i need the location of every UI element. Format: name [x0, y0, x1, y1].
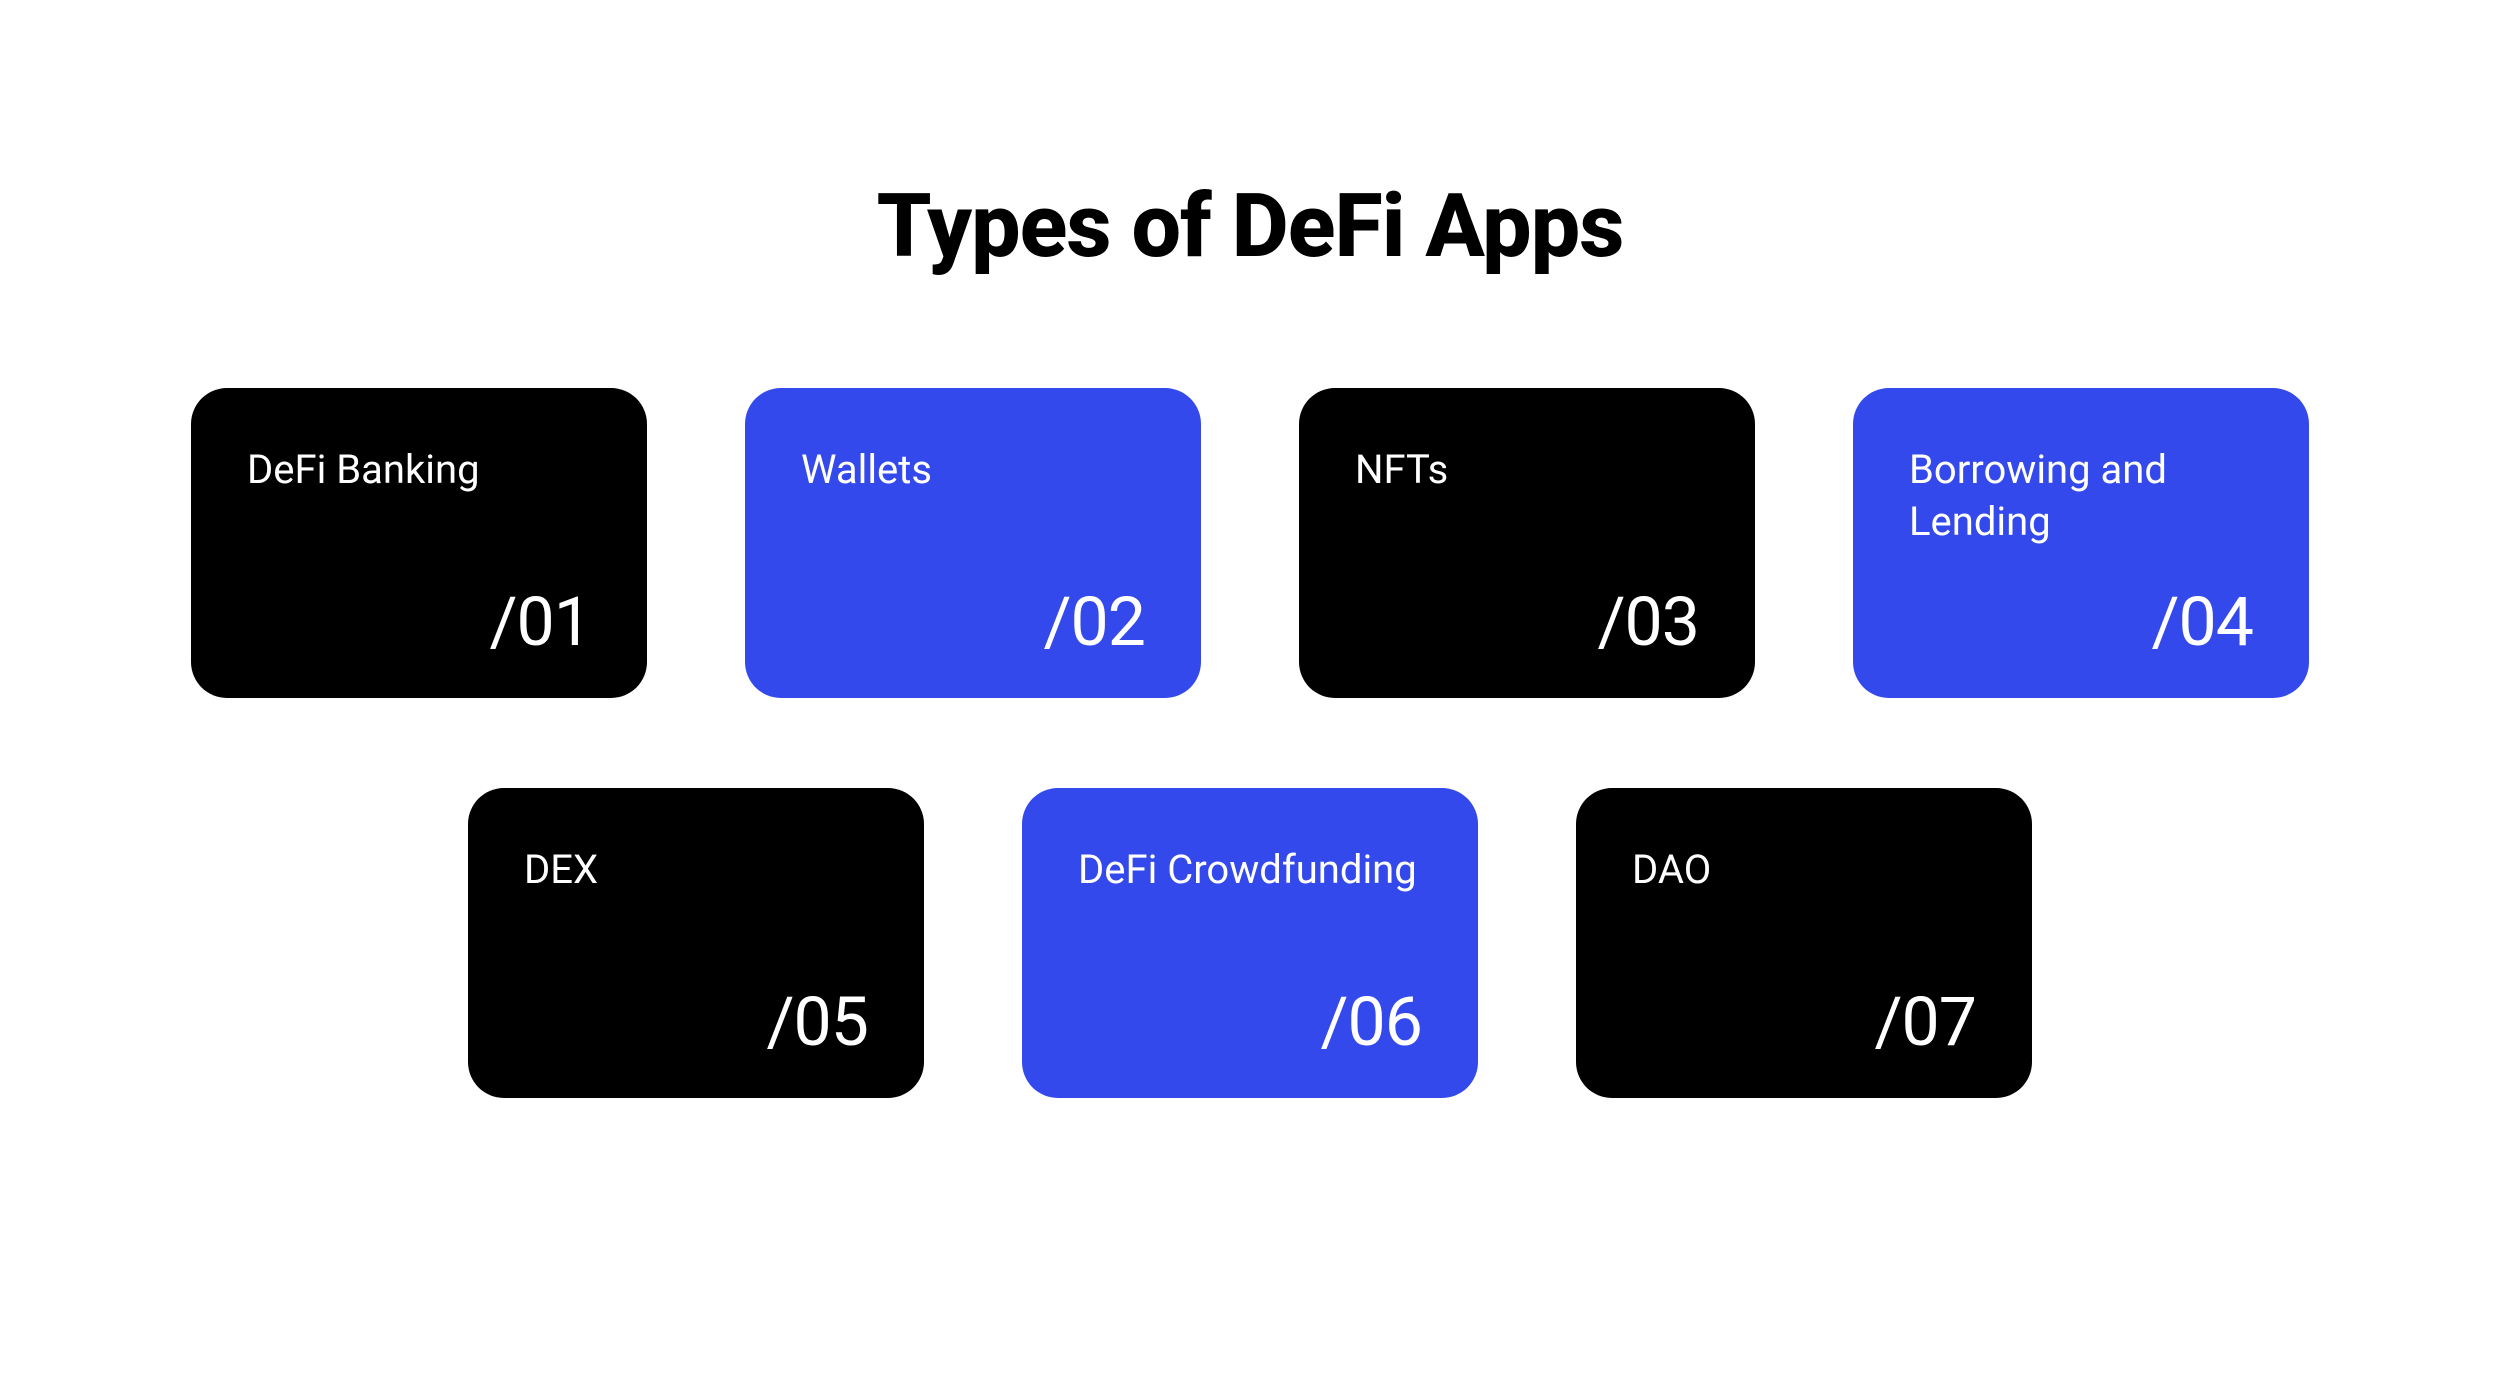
- card-wallets: Wallets /02: [745, 388, 1201, 698]
- card-number: /04: [2152, 582, 2254, 662]
- card-number: /01: [490, 582, 592, 662]
- card-label: Borrowing and Lending: [1909, 444, 2253, 548]
- card-label: Wallets: [801, 444, 1145, 496]
- card-row-1: DeFi Banking /01 Wallets /02 NFTs /03 Bo…: [0, 388, 2500, 698]
- card-borrowing-lending: Borrowing and Lending /04: [1853, 388, 2309, 698]
- card-dex: DEX /05: [468, 788, 924, 1098]
- card-number: /02: [1044, 582, 1146, 662]
- card-row-2: DEX /05 DeFi Crowdfunding /06 DAO /07: [0, 788, 2500, 1098]
- card-label: DeFi Banking: [247, 444, 591, 496]
- card-dao: DAO /07: [1576, 788, 2032, 1098]
- card-label: DeFi Crowdfunding: [1078, 844, 1422, 896]
- card-nfts: NFTs /03: [1299, 388, 1755, 698]
- card-number: /03: [1598, 582, 1700, 662]
- card-number: /07: [1875, 982, 1977, 1062]
- card-label: DEX: [524, 844, 868, 896]
- card-label: DAO: [1632, 844, 1976, 896]
- card-number: /05: [767, 982, 869, 1062]
- card-number: /06: [1321, 982, 1423, 1062]
- card-defi-crowdfunding: DeFi Crowdfunding /06: [1022, 788, 1478, 1098]
- card-defi-banking: DeFi Banking /01: [191, 388, 647, 698]
- page-title: Types of DeFi Apps: [0, 0, 2500, 278]
- card-label: NFTs: [1355, 444, 1699, 496]
